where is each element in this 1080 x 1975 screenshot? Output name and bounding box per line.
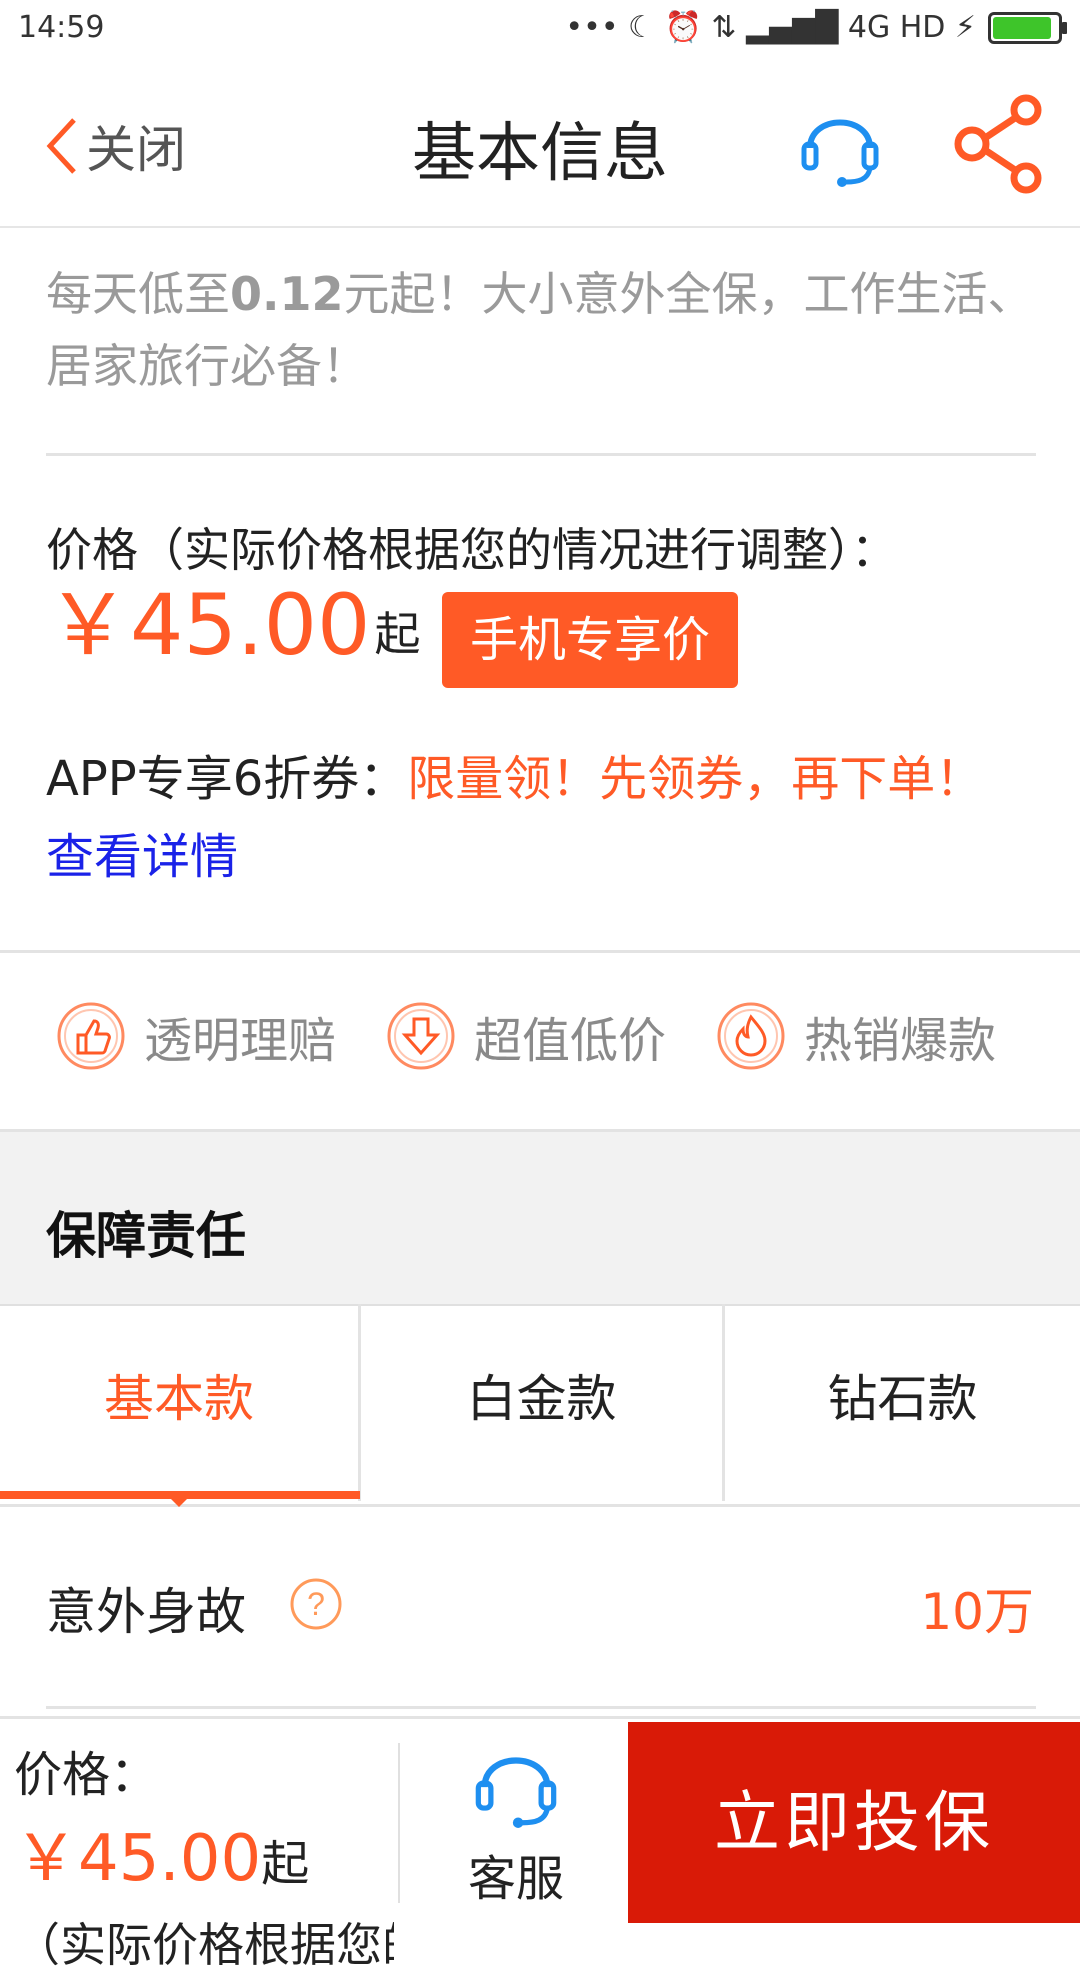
tab-platinum[interactable]: 白金款 (358, 1304, 722, 1501)
coverage-name: 意外身故 (46, 1583, 246, 1641)
promo-prefix: 每天低至 (46, 267, 230, 321)
flame-icon (717, 1002, 785, 1070)
coverage-amount: 10万 (920, 1583, 1034, 1641)
feature-label: 透明理赔 (144, 1013, 337, 1069)
bottom-service-button[interactable]: 客服 (436, 1739, 596, 1909)
status-time: 14:59 (18, 10, 105, 45)
bottom-service-label: 客服 (467, 1851, 564, 1907)
status-indicators: ••• ☾ ⏰ ⇅ ▂▄▆█ 4G HD ⚡ (565, 10, 1067, 45)
feature-item: 透明理赔 (56, 1001, 336, 1071)
promo-text: 每天低至0.12元起！大小意外全保，工作生活、居家旅行必备！ (46, 258, 1036, 402)
coupon-details-link[interactable]: 查看详情 (46, 829, 238, 885)
plan-tabs: 基本款 白金款 钻石款 (0, 1304, 1080, 1507)
bottom-price-note: （实际价格根据您的 (14, 1918, 394, 1972)
thumbs-up-icon (57, 1002, 125, 1070)
divider (46, 453, 1036, 456)
coverage-section-header: 保障责任 (0, 1132, 1080, 1306)
bottom-price: 价格： ￥45.00起 (14, 1733, 394, 1906)
price-label: 价格（实际价格根据您的情况进行调整）： (46, 523, 897, 577)
feature-label: 超值低价 (474, 1013, 667, 1069)
tab-basic[interactable]: 基本款 (0, 1304, 358, 1501)
status-icons: ••• ☾ ⏰ ⇅ ▂▄▆█ 4G HD ⚡ (565, 10, 976, 45)
feature-strip: 透明理赔 超值低价 热销爆款 (0, 953, 1080, 1129)
header: 关闭 基本信息 (0, 60, 1080, 228)
tab-diamond[interactable]: 钻石款 (722, 1304, 1080, 1501)
price-value: ￥45.00 (46, 576, 371, 674)
bottom-price-value: ￥45.00 (14, 1822, 262, 1896)
coverage-row: 意外身故 ? 10万 (0, 1506, 1080, 1706)
buy-now-button[interactable]: 立即投保 (628, 1722, 1080, 1923)
share-icon (954, 94, 1042, 194)
coupon-highlight: 限量领！先领券，再下单！ (407, 751, 984, 807)
share-button[interactable] (952, 94, 1046, 194)
svg-text:?: ? (307, 1586, 325, 1622)
bottom-price-label: 价格： (14, 1747, 159, 1803)
feature-label: 热销爆款 (804, 1013, 997, 1069)
divider (46, 1706, 1036, 1709)
customer-service-button[interactable] (800, 102, 880, 188)
battery-icon (988, 11, 1067, 44)
price-suffix: 起 (374, 607, 421, 661)
page-title: 基本信息 (412, 117, 668, 191)
question-icon[interactable]: ? (288, 1576, 344, 1632)
headset-icon (801, 119, 879, 187)
feature-item: 热销爆款 (716, 1001, 996, 1071)
mobile-exclusive-badge: 手机专享价 (442, 592, 738, 688)
bottom-action-bar: 价格： ￥45.00起 （实际价格根据您的 客服 立即投保 (0, 1716, 1080, 1972)
promo-highlight: 0.12 (230, 267, 344, 321)
divider (398, 1743, 400, 1903)
headset-icon (475, 1757, 557, 1828)
coupon-label: APP专享6折券： (46, 751, 408, 807)
coverage-title: 保障责任 (46, 1207, 246, 1265)
price-row: ￥45.00 起 (46, 580, 420, 670)
coupon-text: APP专享6折券：限量领！先领券，再下单！ 查看详情 (46, 740, 1036, 896)
down-arrow-icon (387, 1002, 455, 1070)
bottom-price-suffix: 起 (261, 1836, 310, 1892)
status-bar: 14:59 ••• ☾ ⏰ ⇅ ▂▄▆█ 4G HD ⚡ (0, 0, 1080, 60)
feature-item: 超值低价 (386, 1001, 666, 1071)
